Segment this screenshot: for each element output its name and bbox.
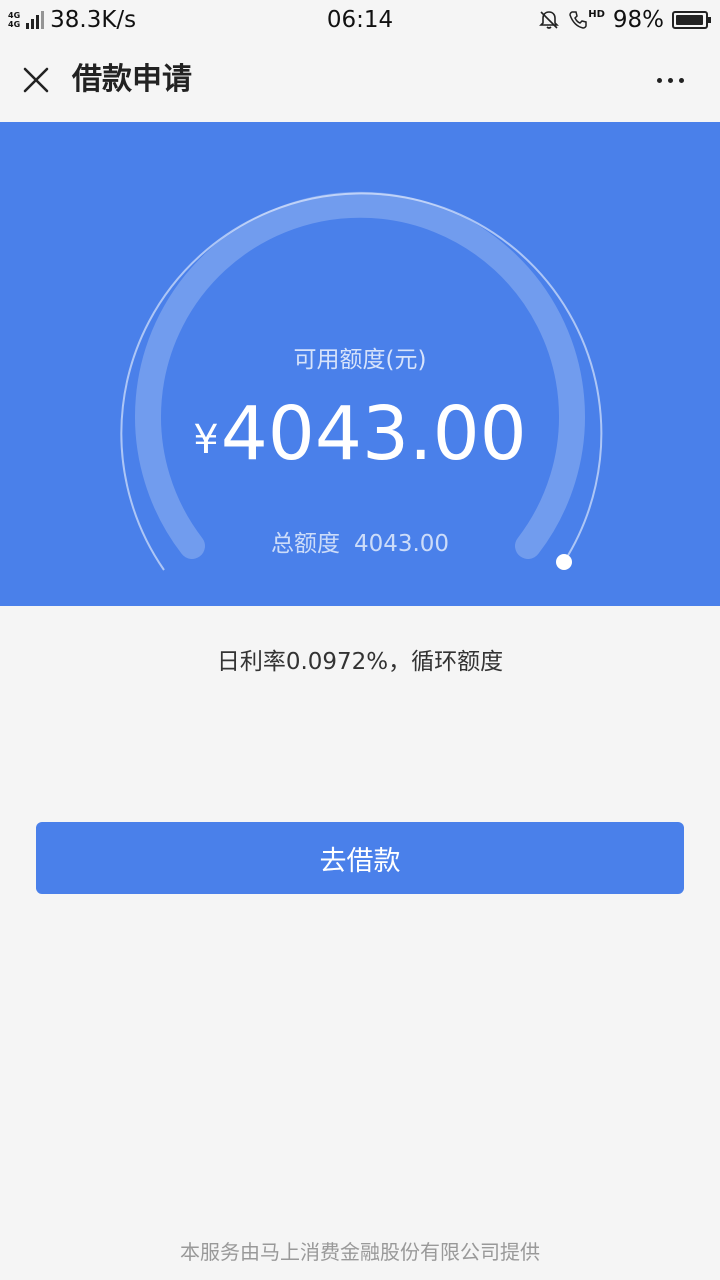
borrow-button[interactable]: 去借款 [36, 822, 684, 894]
more-dot-icon [656, 77, 662, 83]
hd-call-icon: HD [568, 10, 605, 30]
battery-fill [676, 15, 704, 25]
currency-symbol: ¥ [193, 417, 219, 463]
total-credit: 总额度 4043.00 [0, 524, 720, 558]
status-bar: 4G 4G 38.3K/s 06:14 HD 98% [0, 0, 720, 40]
available-credit-label: 可用额度(元) [293, 347, 427, 373]
more-dot-icon [667, 77, 673, 83]
service-provider-footer: 本服务由马上消费金融股份有限公司提供 [180, 1240, 540, 1264]
interest-rate-text: 日利率0.0972%，循环额度 [216, 649, 504, 675]
network-speed: 38.3K/s [50, 7, 137, 33]
available-amount-value: 4043.00 [220, 391, 527, 477]
network-type-icon: 4G 4G [8, 11, 20, 29]
total-credit-label: 总额度 [270, 531, 340, 557]
signal-icon [26, 11, 45, 29]
gauge-outer-arc [120, 192, 603, 571]
status-left: 4G 4G 38.3K/s [8, 7, 136, 33]
more-dot-icon [678, 77, 684, 83]
more-button[interactable] [648, 64, 692, 96]
close-icon [23, 67, 49, 93]
close-button[interactable] [18, 62, 54, 98]
total-credit-amount: 4043.00 [353, 531, 450, 557]
battery-percent: 98% [612, 7, 664, 33]
page-title: 借款申请 [72, 62, 192, 97]
network-tag-2: 4G [8, 20, 21, 29]
nav-bar: 借款申请 [0, 40, 720, 122]
hd-tag: HD [588, 9, 605, 20]
mute-bell-icon [539, 11, 560, 29]
battery-icon [672, 11, 711, 29]
network-tag-1: 4G [8, 11, 21, 20]
status-right: HD 98% [538, 7, 711, 33]
available-credit-amount: ¥4043.00 [0, 384, 720, 504]
credit-hero: 可用额度(元) ¥4043.00 总额度 4043.00 [0, 122, 720, 606]
